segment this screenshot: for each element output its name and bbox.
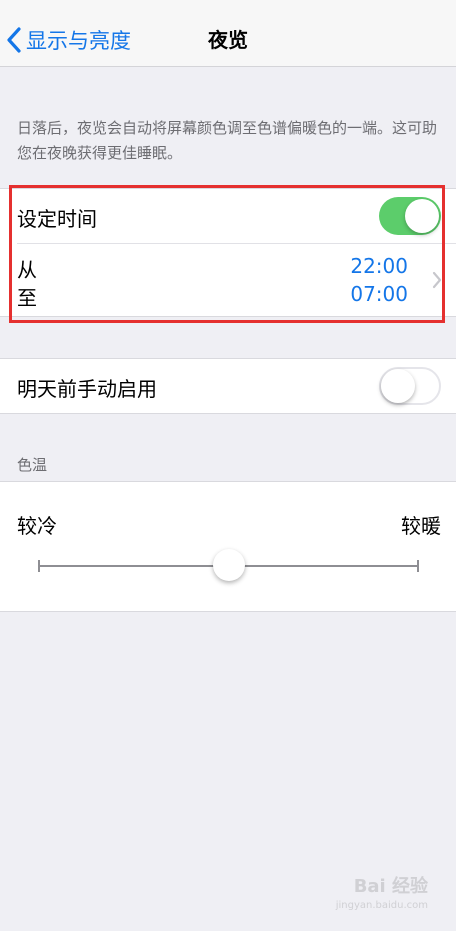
scheduled-label: 设定时间 bbox=[17, 207, 97, 231]
watermark-text: Bai 经验 bbox=[353, 876, 428, 897]
page-title: 夜览 bbox=[208, 28, 248, 52]
chevron-right-icon bbox=[432, 271, 442, 289]
toggle-knob bbox=[381, 369, 415, 403]
manual-group: 明天前手动启用 bbox=[0, 358, 456, 414]
schedule-time-row[interactable]: 从 至 22:00 07:00 bbox=[0, 244, 456, 316]
manual-toggle[interactable] bbox=[379, 367, 441, 405]
cooler-label: 较冷 bbox=[17, 514, 57, 538]
to-time: 07:00 bbox=[350, 282, 408, 306]
watermark-sub: jingyan.baidu.com bbox=[335, 900, 428, 911]
navigation-bar: 显示与亮度 夜览 bbox=[0, 0, 456, 67]
warmer-label: 较暖 bbox=[401, 514, 441, 538]
slider-thumb[interactable] bbox=[213, 549, 245, 581]
scheduled-toggle[interactable] bbox=[379, 197, 441, 235]
manual-label: 明天前手动启用 bbox=[17, 377, 157, 401]
from-time: 22:00 bbox=[350, 254, 408, 278]
night-shift-description: 日落后，夜览会自动将屏幕颜色调至色谱偏暖色的一端。这可助您在夜晚获得更佳睡眠。 bbox=[17, 119, 438, 162]
color-temperature-header: 色温 bbox=[17, 456, 48, 474]
to-label: 至 bbox=[17, 286, 37, 310]
baidu-watermark: Bai 经验 jingyan.baidu.com bbox=[336, 872, 428, 911]
from-label: 从 bbox=[17, 258, 37, 282]
schedule-group: 设定时间 从 至 22:00 07:00 bbox=[0, 188, 456, 317]
toggle-knob bbox=[405, 199, 439, 233]
